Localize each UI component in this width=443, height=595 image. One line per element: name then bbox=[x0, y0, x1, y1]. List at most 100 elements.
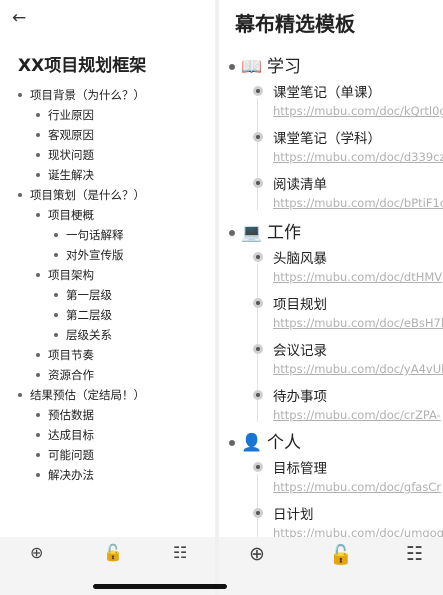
section-heading[interactable]: 📖 学习 bbox=[229, 52, 301, 77]
outline-item-text: 预估数据 bbox=[48, 408, 94, 422]
outline-item-text: 项目架构 bbox=[48, 268, 94, 282]
bullet-dot-icon[interactable] bbox=[18, 193, 22, 197]
template-link[interactable]: https://mubu.com/doc/d339cz bbox=[273, 150, 443, 164]
outline-item[interactable]: 诞生解决 bbox=[0, 165, 215, 185]
bullet-dot-icon[interactable] bbox=[54, 233, 58, 237]
outline-item-text: 项目背景（为什么？） bbox=[30, 88, 145, 102]
collapsed-bullet-icon[interactable] bbox=[253, 462, 263, 472]
outline-item[interactable]: 项目背景（为什么？） bbox=[0, 85, 215, 105]
collapsed-bullet-icon[interactable] bbox=[253, 344, 263, 354]
outline-item-text: 行业原因 bbox=[48, 108, 94, 122]
section-emoji-icon: 👤 bbox=[241, 433, 263, 453]
collapsed-bullet-icon[interactable] bbox=[253, 178, 263, 188]
collapsed-bullet-icon[interactable] bbox=[253, 390, 263, 400]
bullet-dot-icon[interactable] bbox=[36, 113, 40, 117]
outline-item[interactable]: 层级关系 bbox=[0, 325, 215, 345]
outline-item-text: 对外宣传版 bbox=[66, 248, 124, 262]
template-item-title: 日计划 bbox=[273, 507, 314, 523]
right-panel: 幕布精选模板 📖 学习 课堂笔记（单课） https://mubu.com/doc/k… bbox=[219, 0, 443, 595]
bullet-dot-icon[interactable] bbox=[54, 293, 58, 297]
template-item-title: 目标管理 bbox=[273, 461, 327, 477]
template-link[interactable]: https://mubu.com/doc/eBsH7l bbox=[273, 316, 443, 330]
section-emoji-icon: 📖 bbox=[241, 57, 263, 77]
outline-item[interactable]: 现状问题 bbox=[0, 145, 215, 165]
outline-item[interactable]: 项目架构 bbox=[0, 265, 215, 285]
bullet-dot-icon[interactable] bbox=[36, 133, 40, 137]
outline-item-text: 一句话解释 bbox=[66, 228, 124, 242]
template-link[interactable]: https://mubu.com/doc/bPtiF1o bbox=[273, 196, 443, 210]
bullet-dot-icon[interactable] bbox=[229, 440, 235, 446]
add-circle-icon[interactable]: ⊕ bbox=[30, 543, 43, 562]
list-icon[interactable]: ☷ bbox=[406, 543, 423, 565]
outline-item[interactable]: 资源合作 bbox=[0, 365, 215, 385]
bottom-toolbar-right: ⊕ 🔓 ☷ bbox=[219, 537, 443, 595]
bullet-dot-icon[interactable] bbox=[36, 153, 40, 157]
template-link[interactable]: https://mubu.com/doc/dtHMV bbox=[273, 270, 442, 284]
section-heading[interactable]: 👤 个人 bbox=[229, 428, 301, 453]
outline-item[interactable]: 项目策划（是什么？） bbox=[0, 185, 215, 205]
bullet-dot-icon[interactable] bbox=[18, 393, 22, 397]
bullet-dot-icon[interactable] bbox=[36, 453, 40, 457]
bullet-dot-icon[interactable] bbox=[36, 373, 40, 377]
outline-item-text: 资源合作 bbox=[48, 368, 94, 382]
outline-item-text: 项目梗概 bbox=[48, 208, 94, 222]
bullet-dot-icon[interactable] bbox=[36, 273, 40, 277]
outline-item-text: 可能问题 bbox=[48, 448, 94, 462]
outline-item[interactable]: 项目梗概 bbox=[0, 205, 215, 225]
bullet-dot-icon[interactable] bbox=[54, 313, 58, 317]
outline-list: 项目背景（为什么？） 行业原因客观原因现状问题诞生解决项目策划（是什么？） 项目梗概… bbox=[0, 85, 215, 485]
bullet-dot-icon[interactable] bbox=[36, 473, 40, 477]
bullet-dot-icon[interactable] bbox=[18, 93, 22, 97]
outline-item-text: 客观原因 bbox=[48, 128, 94, 142]
collapsed-bullet-icon[interactable] bbox=[253, 252, 263, 262]
outline-item[interactable]: 预估数据 bbox=[0, 405, 215, 425]
lock-open-icon[interactable]: 🔓 bbox=[329, 543, 353, 566]
outline-item[interactable]: 达成目标 bbox=[0, 425, 215, 445]
outline-item[interactable]: 结果预估（定结局！） bbox=[0, 385, 215, 405]
back-arrow-icon[interactable]: ← bbox=[12, 8, 26, 28]
lock-open-icon[interactable]: 🔓 bbox=[103, 543, 123, 562]
doc-title: XX项目规划框架 bbox=[18, 56, 147, 76]
outline-item[interactable]: 对外宣传版 bbox=[0, 245, 215, 265]
section-label: 学习 bbox=[267, 57, 301, 77]
outline-item[interactable]: 行业原因 bbox=[0, 105, 215, 125]
bullet-dot-icon[interactable] bbox=[54, 253, 58, 257]
outline-item[interactable]: 第二层级 bbox=[0, 305, 215, 325]
template-link[interactable]: https://mubu.com/doc/yA4vUl bbox=[273, 362, 443, 376]
bullet-dot-icon[interactable] bbox=[54, 333, 58, 337]
bullet-dot-icon[interactable] bbox=[36, 413, 40, 417]
outline-item-text: 结果预估（定结局！） bbox=[30, 388, 145, 402]
template-link[interactable]: https://mubu.com/doc/kQrtl0g bbox=[273, 104, 443, 118]
outline-item[interactable]: 项目节奏 bbox=[0, 345, 215, 365]
bullet-dot-icon[interactable] bbox=[229, 230, 235, 236]
outline-item[interactable]: 可能问题 bbox=[0, 445, 215, 465]
outline-item-text: 达成目标 bbox=[48, 428, 94, 442]
collapsed-bullet-icon[interactable] bbox=[253, 298, 263, 308]
indent-guide-line bbox=[257, 98, 258, 210]
section-heading[interactable]: 💻 工作 bbox=[229, 218, 301, 243]
section-label: 个人 bbox=[267, 433, 301, 453]
bullet-dot-icon[interactable] bbox=[36, 173, 40, 177]
outline-item-text: 诞生解决 bbox=[48, 168, 94, 182]
home-indicator bbox=[93, 584, 227, 589]
bullet-dot-icon[interactable] bbox=[36, 433, 40, 437]
collapsed-bullet-icon[interactable] bbox=[253, 86, 263, 96]
section-label: 工作 bbox=[267, 223, 301, 243]
collapsed-bullet-icon[interactable] bbox=[253, 508, 263, 518]
template-link[interactable]: https://mubu.com/doc/crZPA- bbox=[273, 408, 441, 422]
add-circle-icon[interactable]: ⊕ bbox=[249, 543, 265, 565]
bullet-dot-icon[interactable] bbox=[229, 64, 235, 70]
template-link[interactable]: https://mubu.com/doc/gfasCr bbox=[273, 480, 441, 494]
outline-item-text: 现状问题 bbox=[48, 148, 94, 162]
template-item-title: 课堂笔记（学科） bbox=[273, 131, 381, 147]
list-icon[interactable]: ☷ bbox=[173, 543, 187, 562]
left-panel: ← XX项目规划框架 项目背景（为什么？） 行业原因客观原因现状问题诞生解决项目策… bbox=[0, 0, 215, 595]
bullet-dot-icon[interactable] bbox=[36, 213, 40, 217]
collapsed-bullet-icon[interactable] bbox=[253, 132, 263, 142]
outline-item[interactable]: 一句话解释 bbox=[0, 225, 215, 245]
template-item-title: 项目规划 bbox=[273, 297, 327, 313]
outline-item[interactable]: 客观原因 bbox=[0, 125, 215, 145]
outline-item[interactable]: 解决办法 bbox=[0, 465, 215, 485]
bullet-dot-icon[interactable] bbox=[36, 353, 40, 357]
outline-item[interactable]: 第一层级 bbox=[0, 285, 215, 305]
